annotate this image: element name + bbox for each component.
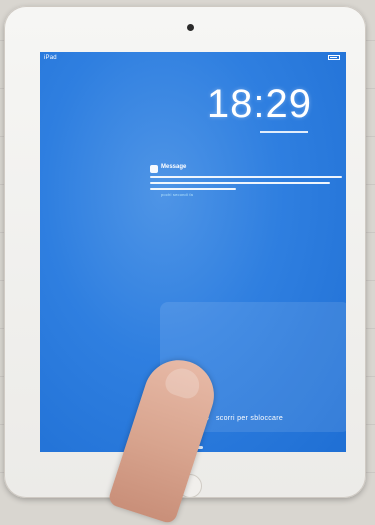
notification-sub: pochi secondi fa [161, 192, 194, 197]
fingernail [162, 364, 204, 402]
camera-icon [187, 24, 194, 31]
notification-body-line [150, 176, 342, 178]
notification-app-icon [150, 165, 158, 173]
lock-screen-date [260, 130, 308, 136]
notification-title: Message [161, 164, 187, 170]
lock-screen-time: 18:29 [206, 82, 312, 126]
notification-body-line [150, 188, 236, 190]
battery-icon [328, 55, 340, 60]
slide-to-unlock-text[interactable]: scorri per sbloccare [216, 415, 283, 422]
notification-body-line [150, 182, 330, 184]
status-bar-left-text: iPad [44, 55, 57, 61]
